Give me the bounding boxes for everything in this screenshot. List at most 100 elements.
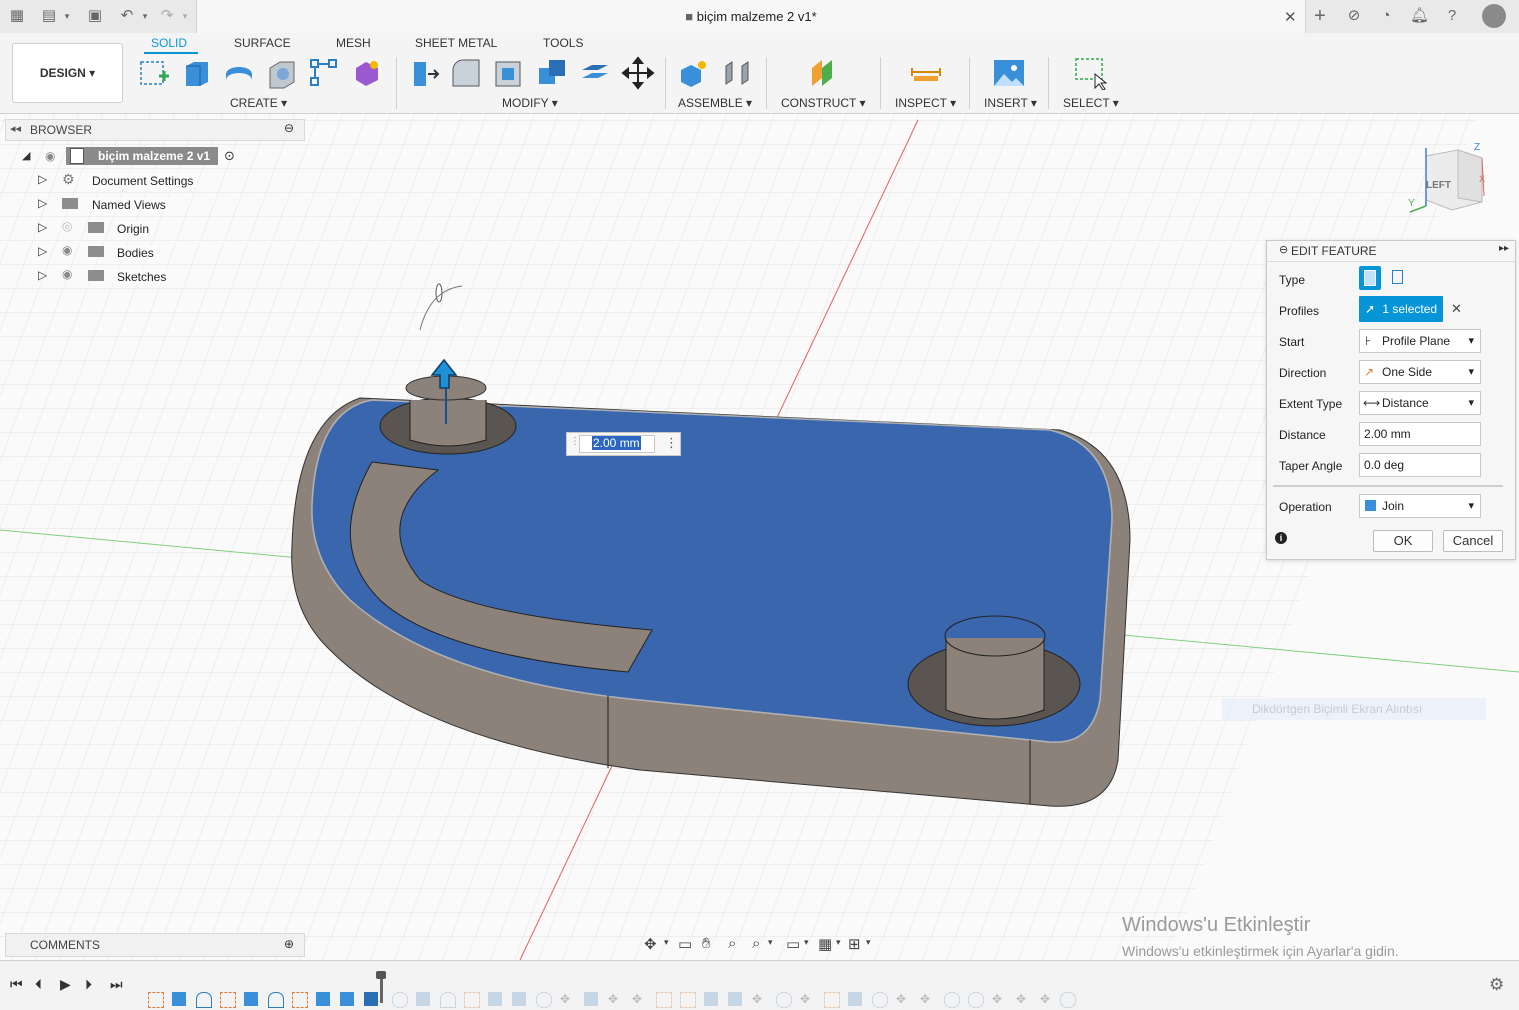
go-to-start-icon[interactable]: ⏮︎ (10, 976, 23, 993)
file-dropdown-icon[interactable]: ▾ (58, 7, 76, 25)
profiles-selection-button[interactable]: ➚ 1 selected (1359, 296, 1443, 322)
save-icon[interactable]: ▣ (86, 7, 104, 25)
operation-dropdown[interactable]: Join (1359, 494, 1481, 518)
fillet-feature-icon[interactable] (196, 992, 212, 1008)
tab-sheet-metal[interactable]: SHEET METAL (415, 36, 497, 50)
browser-item-document-settings[interactable]: ▷ ⚙︎ Document Settings (0, 170, 300, 192)
direction-dropdown[interactable]: ↗ One Side (1359, 360, 1481, 384)
avatar[interactable] (1482, 4, 1506, 28)
dialog-header[interactable]: ⊖ EDIT FEATURE ▸▸ (1267, 241, 1515, 262)
close-tab-icon[interactable]: ✕ (1284, 8, 1297, 26)
suppressed-feature-icon[interactable] (1060, 992, 1076, 1008)
create-menu[interactable]: CREATE ▾ (230, 96, 287, 110)
browser-item-bodies[interactable]: ▷ ◉ Bodies (0, 242, 300, 264)
notifications-icon[interactable]: 🔔︎ (1410, 7, 1429, 25)
display-settings-icon[interactable]: ▭ (786, 935, 800, 953)
eye-icon[interactable]: ◉ (45, 149, 55, 163)
joint-icon[interactable] (720, 56, 754, 90)
suppressed-feature-icon[interactable] (512, 992, 526, 1006)
suppressed-move-icon[interactable]: ✥ (896, 992, 910, 1006)
viewports-dropdown-icon[interactable]: ▾ (866, 937, 871, 948)
timeline-marker-handle[interactable] (376, 971, 386, 979)
collapse-panel-icon[interactable]: ◂◂ (10, 122, 21, 135)
suppressed-move-icon[interactable]: ✥ (800, 992, 814, 1006)
extrude-icon[interactable] (180, 56, 214, 90)
taper-angle-input[interactable]: 0.0 deg (1359, 453, 1481, 477)
type-thin-button[interactable] (1389, 269, 1405, 285)
clear-selection-icon[interactable]: ✕ (1451, 301, 1462, 317)
expand-triangle-icon[interactable]: ▷ (38, 220, 47, 234)
suppressed-feature-icon[interactable] (872, 992, 888, 1008)
suppressed-move-icon[interactable]: ✥ (632, 992, 646, 1006)
view-cube-face-label[interactable]: LEFT (1426, 180, 1451, 191)
suppressed-feature-icon[interactable] (776, 992, 792, 1008)
info-icon[interactable]: i (1275, 532, 1287, 544)
browser-header[interactable]: ◂◂ BROWSER ⊖ (5, 119, 305, 141)
browser-pin-icon[interactable]: ⊖ (284, 121, 294, 135)
collapse-triangle-icon[interactable]: ◢ (22, 149, 30, 162)
timeline-settings-gear-icon[interactable]: ⚙︎ (1489, 975, 1504, 995)
fit-icon[interactable]: ⌕ (752, 935, 760, 952)
suppressed-feature-icon[interactable] (968, 992, 984, 1008)
suppressed-feature-icon[interactable] (728, 992, 742, 1006)
extensions-icon[interactable]: ⊘ (1345, 7, 1363, 25)
help-icon[interactable]: ? (1443, 7, 1461, 25)
cancel-button[interactable]: Cancel (1443, 530, 1503, 552)
browser-item-named-views[interactable]: ▷ Named Views (0, 194, 300, 216)
view-cube[interactable]: LEFT Z Y X (1404, 142, 1488, 222)
suppressed-feature-icon[interactable] (584, 992, 598, 1006)
display-dropdown-icon[interactable]: ▾ (804, 937, 809, 948)
expand-triangle-icon[interactable]: ▷ (38, 268, 47, 282)
pan-icon[interactable]: ✋︎ (702, 935, 711, 952)
grid-settings-icon[interactable]: ▦ (818, 935, 832, 953)
viewports-icon[interactable]: ⊞ (848, 935, 861, 953)
expand-dialog-icon[interactable]: ▸▸ (1499, 243, 1509, 254)
left-boss[interactable] (409, 400, 487, 447)
undo-dropdown-icon[interactable]: ▾ (136, 7, 154, 25)
fillet-icon[interactable] (449, 56, 483, 90)
suppressed-feature-icon[interactable] (704, 992, 718, 1006)
undo-icon[interactable]: ↶ (118, 7, 136, 25)
modify-menu[interactable]: MODIFY ▾ (502, 96, 558, 110)
suppressed-move-icon[interactable]: ✥ (920, 992, 934, 1006)
suppressed-feature-icon[interactable] (848, 992, 862, 1006)
measure-icon[interactable] (909, 56, 943, 90)
step-back-icon[interactable]: ⏴︎ (35, 976, 42, 993)
job-status-icon[interactable]: ◔ (1377, 7, 1395, 25)
extrude-feature-icon[interactable] (244, 992, 258, 1006)
tab-tools[interactable]: TOOLS (543, 36, 583, 50)
move-copy-icon[interactable] (621, 56, 655, 90)
app-grid-icon[interactable]: ▦ (8, 7, 26, 25)
suppressed-feature-icon[interactable] (656, 992, 672, 1008)
grid-dropdown-icon[interactable]: ▾ (836, 937, 841, 948)
suppressed-feature-icon[interactable] (680, 992, 696, 1008)
suppressed-feature-icon[interactable] (392, 992, 408, 1008)
select-menu[interactable]: SELECT ▾ (1063, 96, 1119, 110)
offset-face-icon[interactable] (578, 56, 612, 90)
new-tab-icon[interactable]: + (1311, 6, 1329, 26)
browser-item-sketches[interactable]: ▷ ◉ Sketches (0, 266, 300, 288)
go-to-end-icon[interactable]: ⏭︎ (110, 976, 123, 993)
offset-plane-icon[interactable] (806, 56, 840, 90)
inline-distance-input[interactable]: 2.00 mm (579, 435, 655, 453)
sweep-icon[interactable] (265, 56, 299, 90)
eye-icon[interactable]: ◉ (62, 267, 72, 281)
combine-icon[interactable] (535, 56, 569, 90)
suppressed-move-icon[interactable]: ✥ (608, 992, 622, 1006)
eye-icon[interactable]: ◉ (62, 243, 72, 257)
type-solid-button[interactable] (1359, 266, 1381, 290)
redo-dropdown-icon[interactable]: ▾ (176, 7, 194, 25)
tab-mesh[interactable]: MESH (336, 36, 371, 50)
revolve-icon[interactable] (222, 56, 256, 90)
orbit-dropdown-icon[interactable]: ▾ (664, 937, 669, 948)
extrude-feature-icon[interactable] (340, 992, 354, 1006)
start-dropdown[interactable]: ⊦ Profile Plane (1359, 329, 1481, 353)
suppressed-feature-icon[interactable] (944, 992, 960, 1008)
suppressed-feature-icon[interactable] (536, 992, 552, 1008)
pattern-icon[interactable] (307, 56, 341, 90)
activate-radio-icon[interactable]: ⊙ (224, 148, 235, 164)
construct-menu[interactable]: CONSTRUCT ▾ (781, 96, 865, 110)
orbit-icon[interactable]: ✥ (644, 935, 657, 953)
ok-button[interactable]: OK (1373, 530, 1433, 552)
play-icon[interactable]: ▶︎ (60, 976, 71, 993)
